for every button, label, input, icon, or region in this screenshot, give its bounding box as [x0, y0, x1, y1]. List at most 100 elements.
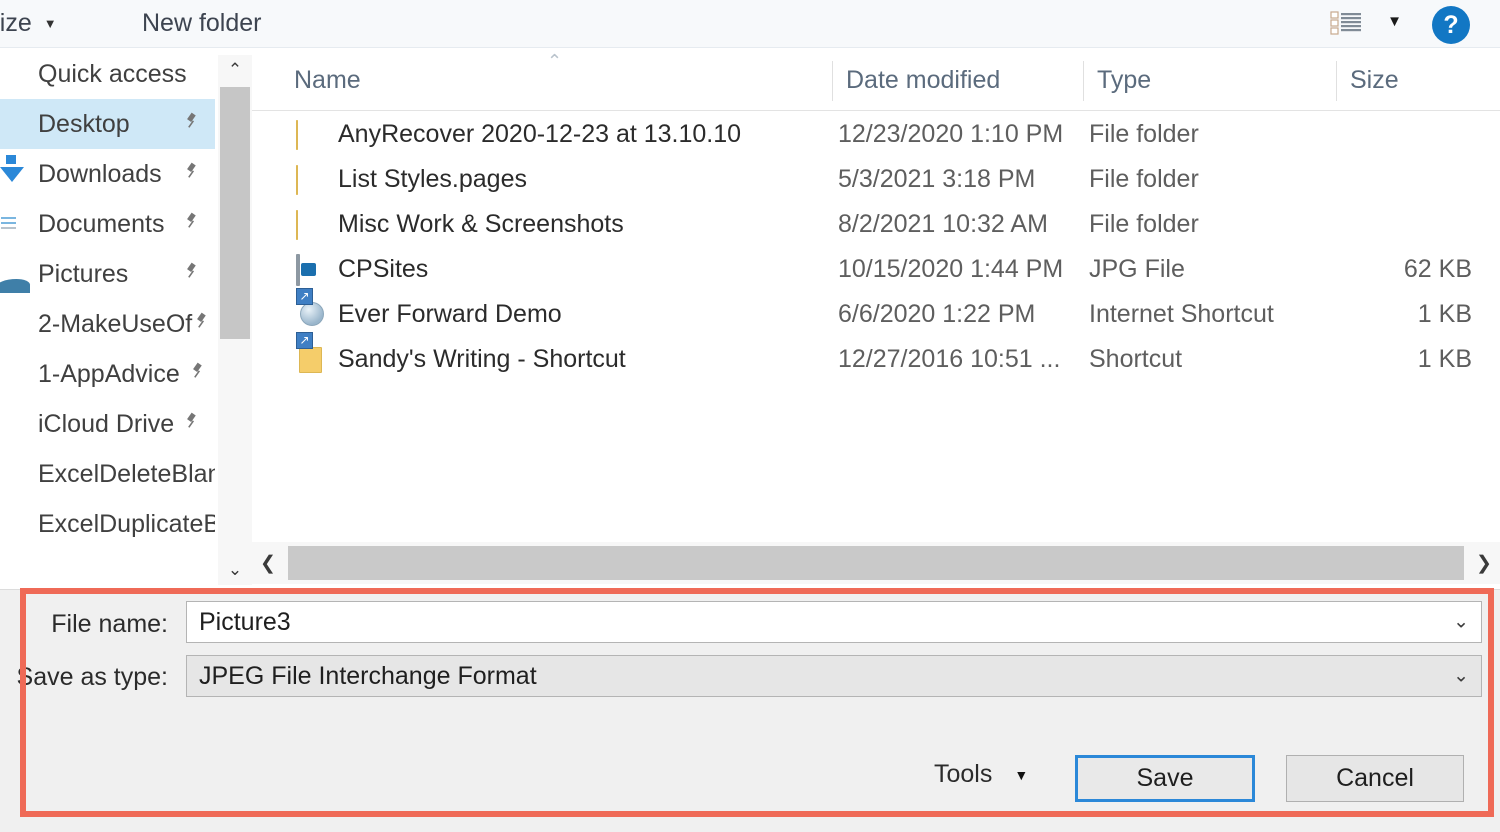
file-type: File folder: [1089, 210, 1199, 238]
dialog-toolbar: anize ▼ New folder ▼ ?: [0, 0, 1500, 48]
file-type: Internet Shortcut: [1089, 300, 1274, 328]
file-date-modified: 12/23/2020 1:10 PM: [838, 120, 1064, 148]
file-date-modified: 6/6/2020 1:22 PM: [838, 300, 1036, 328]
sidebar-item-label: Pictures: [38, 259, 129, 288]
save-label: Save: [1136, 764, 1194, 792]
cancel-label: Cancel: [1336, 764, 1414, 792]
pin-icon[interactable]: [181, 261, 201, 287]
scroll-right-icon[interactable]: ❯: [1468, 542, 1500, 584]
file-name: Misc Work & Screenshots: [338, 210, 624, 238]
column-header-size[interactable]: Size: [1336, 49, 1399, 111]
sidebar-item-label: Desktop: [38, 109, 130, 138]
chevron-down-icon[interactable]: ⌄: [1453, 611, 1469, 634]
horizontal-scrollbar-thumb[interactable]: [288, 546, 1464, 580]
scroll-up-icon[interactable]: ⌃: [218, 55, 252, 85]
file-name: List Styles.pages: [338, 165, 527, 193]
folder-icon: [0, 511, 28, 537]
folder-icon: [0, 461, 28, 487]
download-arrow-icon: [0, 155, 28, 187]
file-type: File folder: [1089, 165, 1199, 193]
sidebar-item-exceldeleteblank[interactable]: ExcelDeleteBlanl: [0, 449, 215, 499]
sidebar-item-label: iCloud Drive: [38, 409, 175, 438]
file-date-modified: 10/15/2020 1:44 PM: [838, 255, 1064, 283]
save-button[interactable]: Save: [1075, 755, 1255, 802]
save-as-type-select[interactable]: JPEG File Interchange Format ⌄: [186, 655, 1482, 697]
document-icon: [0, 211, 28, 237]
pin-icon[interactable]: [181, 411, 201, 437]
sidebar-item-documents[interactable]: Documents: [0, 199, 215, 249]
cancel-button[interactable]: Cancel: [1286, 755, 1464, 802]
table-row[interactable]: Sandy's Writing - Shortcut 12/27/2016 10…: [252, 337, 1500, 382]
table-row[interactable]: AnyRecover 2020-12-23 at 13.10.10 12/23/…: [252, 112, 1500, 157]
list-view-icon[interactable]: [1330, 10, 1364, 38]
file-date-modified: 5/3/2021 3:18 PM: [838, 165, 1036, 193]
pin-icon[interactable]: [191, 311, 211, 337]
pin-icon[interactable]: [181, 161, 201, 187]
column-header-type[interactable]: Type: [1083, 49, 1151, 111]
table-row[interactable]: Ever Forward Demo 6/6/2020 1:22 PM Inter…: [252, 292, 1500, 337]
new-folder-button[interactable]: New folder: [142, 0, 262, 47]
column-header-date-modified[interactable]: Date modified: [832, 49, 1000, 111]
file-name-input[interactable]: Picture3 ⌄: [186, 601, 1482, 643]
folder-icon: [0, 411, 28, 437]
sidebar-item-label: 2-MakeUseOf: [38, 309, 193, 338]
sidebar-item-label: Downloads: [38, 159, 162, 188]
sidebar-item-1-appadvice[interactable]: 1-AppAdvice: [0, 349, 215, 399]
file-list-pane: Name ⌃ Date modified Type Size AnyRecove…: [252, 49, 1500, 537]
folder-icon: [296, 164, 324, 195]
pin-icon[interactable]: [187, 361, 207, 387]
vertical-scrollbar-thumb[interactable]: [220, 87, 250, 339]
sidebar-item-label: ExcelDeleteBlanl: [38, 459, 215, 488]
save-as-type-label: Save as type:: [16, 663, 168, 691]
file-name: AnyRecover 2020-12-23 at 13.10.10: [338, 120, 742, 148]
file-name: CPSites: [338, 255, 429, 283]
file-size: 1 KB: [1417, 345, 1472, 373]
monitor-icon: [0, 111, 28, 137]
table-row[interactable]: Misc Work & Screenshots 8/2/2021 10:32 A…: [252, 202, 1500, 247]
file-list-horizontal-scrollbar[interactable]: ❮ ❯: [252, 542, 1500, 584]
internet-shortcut-icon: [296, 301, 324, 329]
scroll-down-icon[interactable]: ⌄: [218, 555, 252, 585]
file-type: Shortcut: [1089, 345, 1183, 373]
file-date-modified: 12/27/2016 10:51 ...: [838, 345, 1061, 373]
navigation-sidebar[interactable]: Quick access Desktop Downloads Documents…: [0, 49, 215, 589]
pin-icon[interactable]: [181, 111, 201, 137]
folder-shortcut-icon: [296, 346, 324, 374]
scroll-left-icon[interactable]: ❮: [252, 542, 284, 584]
table-row[interactable]: List Styles.pages 5/3/2021 3:18 PM File …: [252, 157, 1500, 202]
file-name-value: Picture3: [199, 607, 291, 636]
sidebar-item-excelduplicateblank[interactable]: ExcelDuplicateBl: [0, 499, 215, 549]
sidebar-item-downloads[interactable]: Downloads: [0, 149, 215, 199]
sidebar-item-desktop[interactable]: Desktop: [0, 99, 215, 149]
chevron-down-icon: ▼: [1014, 766, 1029, 783]
folder-icon: [0, 311, 28, 337]
help-label: ?: [1443, 10, 1459, 39]
new-folder-label: New folder: [142, 9, 262, 37]
sidebar-item-pictures[interactable]: Pictures: [0, 249, 215, 299]
file-rows: AnyRecover 2020-12-23 at 13.10.10 12/23/…: [252, 112, 1500, 382]
folder-icon: [0, 361, 28, 387]
table-row[interactable]: CPSites 10/15/2020 1:44 PM JPG File 62 K…: [252, 247, 1500, 292]
save-as-type-value: JPEG File Interchange Format: [199, 661, 537, 690]
picture-icon: [0, 261, 28, 287]
chevron-down-icon[interactable]: ⌄: [1453, 665, 1469, 688]
chevron-down-icon: ▼: [43, 16, 57, 31]
sidebar-item-label: ExcelDuplicateBl: [38, 509, 215, 538]
sidebar-vertical-scrollbar[interactable]: ⌃ ⌄: [218, 55, 252, 585]
file-name: Sandy's Writing - Shortcut: [338, 345, 626, 373]
organize-button[interactable]: anize ▼: [0, 0, 57, 47]
help-button[interactable]: ?: [1432, 6, 1470, 44]
chevron-right-icon: [0, 61, 28, 87]
file-name-label: File name:: [51, 610, 168, 638]
sidebar-item-icloud-drive[interactable]: iCloud Drive: [0, 399, 215, 449]
folder-icon: [296, 209, 324, 240]
sidebar-item-label: 1-AppAdvice: [38, 359, 180, 388]
tools-button[interactable]: Tools ▼: [934, 760, 1028, 789]
chevron-down-icon[interactable]: ▼: [1387, 13, 1402, 30]
pin-icon[interactable]: [181, 211, 201, 237]
sidebar-item-2-makeuseof[interactable]: 2-MakeUseOf: [0, 299, 215, 349]
column-header-name[interactable]: Name: [280, 49, 361, 111]
file-size: 1 KB: [1417, 300, 1472, 328]
sidebar-item-quick-access[interactable]: Quick access: [0, 49, 215, 99]
file-type: JPG File: [1089, 255, 1185, 283]
